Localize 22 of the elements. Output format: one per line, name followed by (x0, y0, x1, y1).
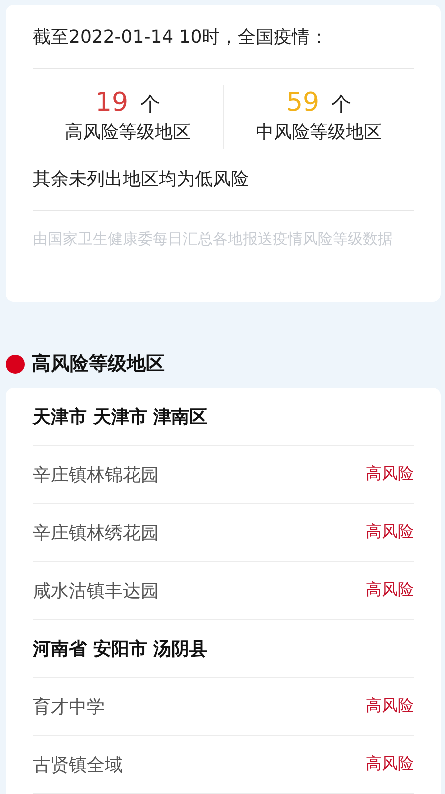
stat-label: 高风险等级地区 (65, 121, 191, 145)
summary-title: 截至2022-01-14 10时，全国疫情： (33, 26, 330, 50)
stat-label: 中风险等级地区 (256, 121, 382, 145)
stat-unit: 个 (332, 91, 352, 118)
section-title: 高风险等级地区 (32, 352, 165, 377)
area-name: 咸水沽镇丰达园 (33, 580, 159, 602)
area-name: 古贤镇全域 (33, 754, 123, 776)
stat-unit: 个 (140, 91, 161, 118)
area-name: 辛庄镇林锦花园 (33, 464, 159, 486)
risk-level: 高风险 (366, 754, 414, 775)
risk-level: 高风险 (366, 522, 414, 543)
region-heading: 河南省 安阳市 汤阴县 (33, 620, 414, 678)
stat-count: 59 (286, 87, 320, 119)
risk-level: 高风险 (366, 580, 414, 601)
remark-text: 其余未列出地区均为低风险 (33, 168, 250, 192)
risk-level: 高风险 (366, 696, 414, 717)
area-name: 辛庄镇林绣花园 (33, 522, 159, 544)
risk-level: 高风险 (366, 464, 414, 485)
status-dot-icon (6, 354, 25, 374)
stat-count: 19 (95, 87, 129, 119)
area-name: 育才中学 (33, 696, 105, 718)
region-heading: 天津市 天津市 津南区 (33, 388, 414, 446)
